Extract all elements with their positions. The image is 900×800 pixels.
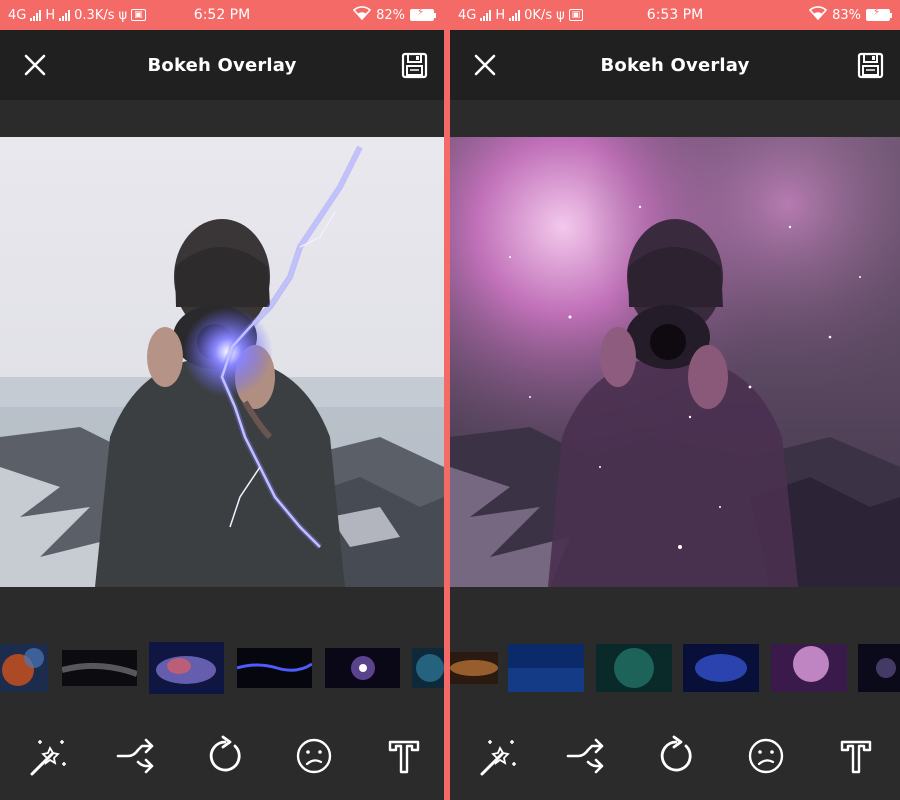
overlay-thumb[interactable] — [596, 644, 672, 692]
network-type-2: H — [45, 7, 56, 23]
signal-icon — [30, 9, 42, 21]
page-title: Bokeh Overlay — [147, 54, 297, 76]
wifi-icon — [352, 6, 372, 24]
overlay-thumb[interactable] — [0, 644, 48, 692]
tool-bar — [450, 722, 900, 792]
battery-level: 83% — [832, 7, 861, 23]
refresh-icon[interactable] — [203, 734, 247, 778]
screen-before: 4G H 0.3K/s ψ ▣ 6:52 PM 82% Bokeh Overla… — [0, 0, 444, 800]
wifi-icon — [808, 6, 828, 24]
overlay-thumb[interactable] — [508, 644, 584, 692]
network-type: 4G — [458, 7, 477, 23]
tool-bar — [0, 722, 444, 792]
refresh-icon[interactable] — [654, 734, 698, 778]
close-icon[interactable] — [472, 52, 498, 78]
overlay-thumb[interactable] — [683, 644, 759, 692]
screen-after: 4G H 0K/s ψ ▣ 6:53 PM 83% Bokeh Overlay — [450, 0, 900, 800]
overlay-thumb[interactable] — [325, 648, 400, 688]
overlay-thumb[interactable] — [62, 650, 137, 686]
app-bar: Bokeh Overlay — [450, 30, 900, 100]
overlay-thumb[interactable] — [450, 652, 498, 684]
overlay-thumb[interactable] — [237, 648, 312, 688]
overlay-strip — [0, 640, 444, 696]
overlay-thumb[interactable] — [412, 648, 444, 688]
sad-face-icon[interactable] — [744, 734, 788, 778]
close-icon[interactable] — [22, 52, 48, 78]
usb-icon: ψ — [556, 7, 565, 23]
text-icon[interactable] — [382, 734, 426, 778]
save-icon[interactable] — [401, 52, 428, 79]
battery-icon — [410, 7, 436, 21]
battery-level: 82% — [376, 7, 405, 23]
overlay-thumb[interactable] — [771, 644, 847, 692]
status-bar: 4G H 0K/s ψ ▣ 6:53 PM 83% — [450, 0, 900, 30]
network-type: 4G — [8, 7, 27, 23]
save-icon[interactable] — [857, 52, 884, 79]
network-speed: 0.3K/s — [74, 7, 115, 23]
signal-icon-2 — [509, 9, 521, 21]
shuffle-icon[interactable] — [564, 734, 608, 778]
network-type-2: H — [495, 7, 506, 23]
status-bar: 4G H 0.3K/s ψ ▣ 6:52 PM 82% — [0, 0, 444, 30]
usb-icon: ψ — [118, 7, 128, 23]
page-title: Bokeh Overlay — [600, 54, 750, 76]
overlay-strip — [450, 640, 900, 696]
overlay-thumb[interactable] — [149, 642, 224, 694]
signal-icon — [480, 9, 492, 21]
magic-wand-icon[interactable] — [476, 734, 520, 778]
notification-icon: ▣ — [131, 9, 146, 21]
network-speed: 0K/s — [524, 7, 553, 23]
app-bar: Bokeh Overlay — [0, 30, 444, 100]
text-icon[interactable] — [834, 734, 878, 778]
notification-icon: ▣ — [568, 9, 584, 21]
photo-canvas[interactable] — [0, 137, 444, 587]
magic-wand-icon[interactable] — [26, 734, 70, 778]
sad-face-icon[interactable] — [292, 734, 336, 778]
photo-canvas[interactable] — [450, 137, 900, 587]
battery-icon — [866, 7, 892, 21]
overlay-thumb[interactable] — [858, 644, 900, 692]
shuffle-icon[interactable] — [114, 734, 158, 778]
signal-icon-2 — [59, 9, 71, 21]
